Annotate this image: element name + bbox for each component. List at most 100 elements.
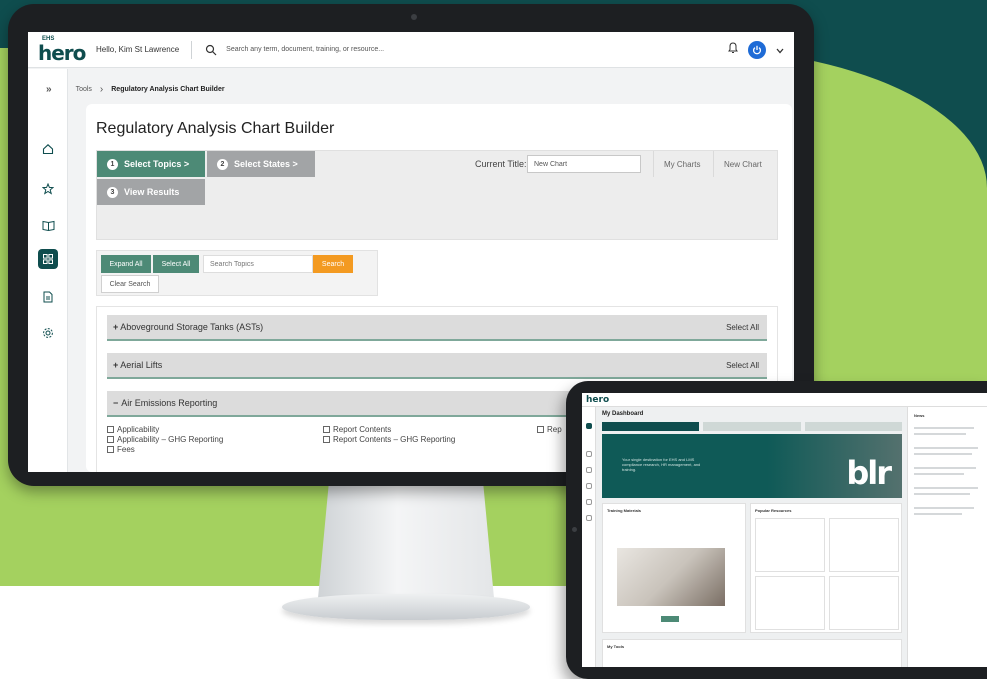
breadcrumb-tools-link[interactable]: Tools	[76, 86, 92, 93]
blr-logo: blr	[846, 454, 892, 492]
gear-icon[interactable]	[586, 515, 592, 521]
step-select-topics[interactable]: 1 Select Topics >	[97, 151, 205, 177]
news-line	[914, 453, 972, 455]
tablet-device: hero My Dashboard Your single destinatio…	[566, 381, 987, 679]
tablet-banner-text: Your single destination for EHS and LMS …	[622, 457, 701, 472]
topic-filter-panel: Expand All Select All Search Clear Searc…	[96, 250, 378, 296]
training-panel: Training Materials	[602, 503, 746, 633]
ehs-hero-logo[interactable]: EHS hero	[38, 36, 86, 65]
step-label: Select States >	[234, 159, 298, 169]
training-photo	[617, 548, 725, 606]
gear-icon[interactable]	[38, 323, 58, 343]
training-label: Training Materials	[607, 508, 642, 513]
search-icon[interactable]	[204, 43, 218, 57]
user-power-icon[interactable]	[748, 40, 766, 59]
topic-row[interactable]: + Aboveground Storage Tanks (ASTs) Selec…	[107, 315, 767, 341]
chevron-down-icon[interactable]	[776, 41, 784, 59]
step-select-states[interactable]: 2 Select States >	[207, 151, 315, 177]
checkbox[interactable]	[323, 436, 330, 443]
tablet-dashboard-title: My Dashboard	[602, 411, 644, 417]
wizard-panel: 1 Select Topics > 2 Select States > 3 Vi…	[96, 150, 778, 240]
news-line	[914, 433, 966, 435]
user-greeting: Hello, Kim St Lawrence	[96, 45, 180, 54]
subtopic-label: Report Contents – GHG Reporting	[333, 435, 456, 444]
current-title-label: Current Title:	[475, 159, 527, 169]
document-icon[interactable]	[38, 287, 58, 307]
topic-row[interactable]: + Aerial Lifts Select All	[107, 353, 767, 379]
book-icon[interactable]	[586, 467, 592, 473]
global-search-input[interactable]: Search any term, document, training, or …	[226, 46, 384, 53]
app-sidebar	[28, 69, 68, 472]
checkbox[interactable]	[107, 446, 114, 453]
resource-card[interactable]	[829, 518, 899, 572]
popular-resources-panel: Popular Resources	[750, 503, 902, 633]
monitor-camera	[411, 14, 417, 20]
resource-card[interactable]	[755, 518, 825, 572]
bell-icon[interactable]	[728, 41, 738, 59]
checkbox[interactable]	[107, 436, 114, 443]
expand-all-button[interactable]: Expand All	[101, 255, 151, 273]
subtopic-item[interactable]: Report Contents – GHG Reporting	[323, 435, 455, 444]
topic-select-all[interactable]: Select All	[726, 323, 759, 332]
step-label: Select Topics >	[124, 159, 190, 169]
checkbox[interactable]	[323, 426, 330, 433]
tablet-tab[interactable]	[804, 422, 902, 431]
book-icon[interactable]	[38, 215, 58, 235]
breadcrumb-current: Regulatory Analysis Chart Builder	[111, 86, 225, 93]
news-line	[914, 447, 978, 449]
resource-card[interactable]	[755, 576, 825, 630]
tablet-news-panel: News	[907, 407, 987, 667]
subtopic-item[interactable]: Fees	[107, 445, 135, 454]
clear-search-button[interactable]: Clear Search	[101, 275, 159, 293]
search-topics-input[interactable]	[203, 255, 313, 273]
news-label: News	[914, 413, 925, 418]
subtopic-label: Rep	[547, 425, 562, 434]
select-all-button[interactable]: Select All	[153, 255, 199, 273]
tablet-topbar: hero	[582, 393, 987, 407]
news-line	[914, 507, 974, 509]
new-chart-link[interactable]: New Chart	[713, 151, 772, 177]
home-icon[interactable]	[38, 139, 58, 159]
tools-grid-icon[interactable]	[38, 249, 58, 269]
subtopic-item[interactable]: Applicability	[107, 425, 159, 434]
step-view-results[interactable]: 3 View Results	[97, 179, 205, 205]
document-icon[interactable]	[586, 499, 592, 505]
plus-icon[interactable]: +	[113, 360, 118, 370]
news-line	[914, 487, 978, 489]
tablet-sidebar	[582, 407, 596, 667]
app-topbar: EHS hero Hello, Kim St Lawrence Search a…	[28, 32, 794, 68]
subtopic-item[interactable]: Rep	[537, 425, 562, 434]
current-title-input[interactable]	[527, 155, 641, 173]
tablet-tab[interactable]	[602, 422, 700, 431]
news-line	[914, 473, 964, 475]
breadcrumb: » Tools › Regulatory Analysis Chart Buil…	[46, 84, 225, 95]
star-icon[interactable]	[586, 451, 592, 457]
topic-label: Aboveground Storage Tanks (ASTs)	[120, 322, 264, 332]
subtopic-item[interactable]: Report Contents	[323, 425, 391, 434]
subtopic-label: Applicability – GHG Reporting	[117, 435, 224, 444]
topbar-actions	[728, 40, 784, 59]
subtopic-item[interactable]: Applicability – GHG Reporting	[107, 435, 223, 444]
tablet-tab[interactable]	[703, 422, 801, 431]
breadcrumb-separator: ›	[99, 84, 104, 95]
tools-grid-icon[interactable]	[586, 483, 592, 489]
subtopic-label: Fees	[117, 445, 135, 454]
step-number: 2	[217, 158, 228, 170]
subtopic-label: Report Contents	[333, 425, 392, 434]
sidebar-expand-toggle[interactable]: »	[46, 84, 52, 95]
my-charts-link[interactable]: My Charts	[653, 151, 710, 177]
news-line	[914, 493, 970, 495]
checkbox[interactable]	[107, 426, 114, 433]
tablet-view-button[interactable]	[661, 616, 679, 622]
resource-card[interactable]	[829, 576, 899, 630]
plus-icon[interactable]: +	[113, 322, 118, 332]
logo-hero-text: hero	[38, 40, 86, 65]
minus-icon[interactable]: −	[113, 398, 118, 408]
star-icon[interactable]	[38, 179, 58, 199]
topic-select-all[interactable]: Select All	[726, 361, 759, 370]
my-tools-panel: My Tools	[602, 639, 902, 667]
home-icon[interactable]	[586, 423, 592, 429]
checkbox[interactable]	[537, 426, 544, 433]
search-button[interactable]: Search	[313, 255, 353, 273]
tablet-banner: Your single destination for EHS and LMS …	[602, 434, 902, 498]
